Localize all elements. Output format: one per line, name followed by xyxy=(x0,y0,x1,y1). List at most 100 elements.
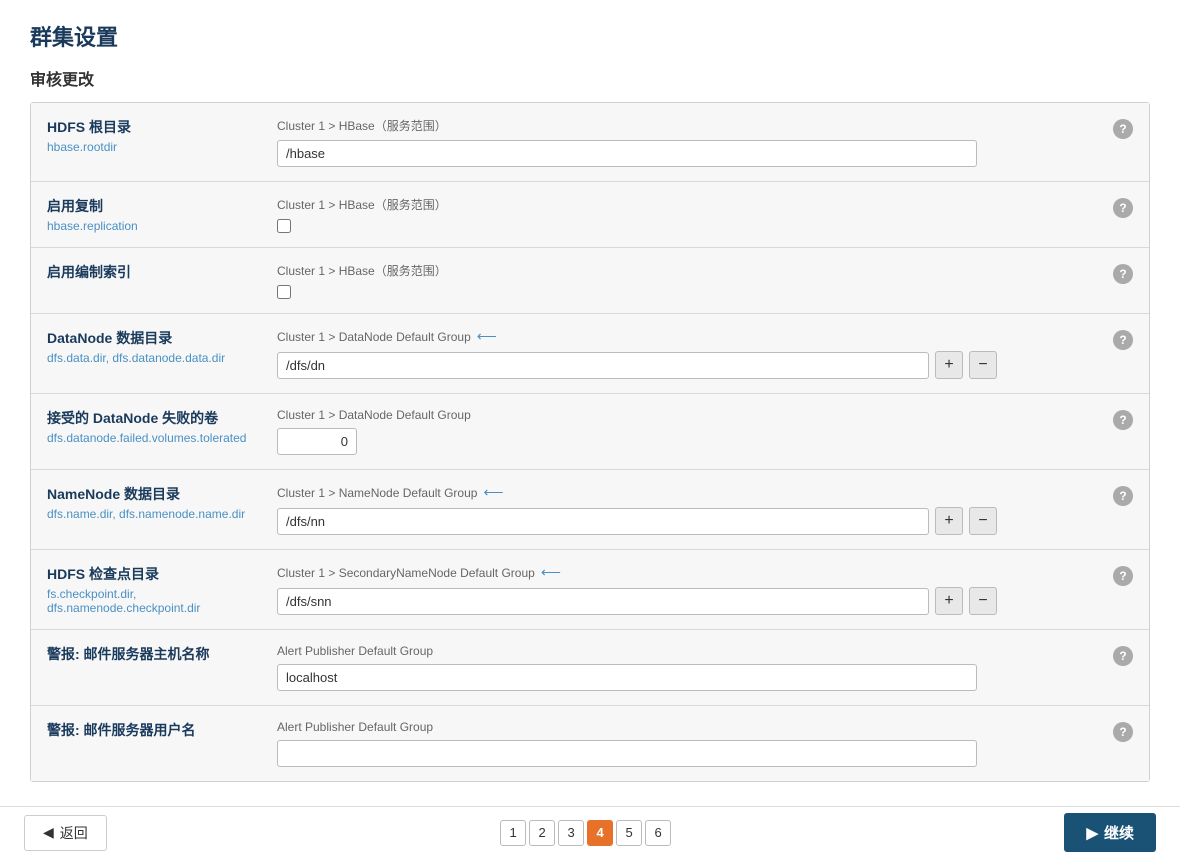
config-scope: Cluster 1 > HBase（服务范围） xyxy=(277,117,1097,134)
section-subtitle: 审核更改 xyxy=(30,66,1150,90)
config-content-col: Alert Publisher Default Group xyxy=(277,644,1097,691)
config-row: 接受的 DataNode 失败的卷 dfs.datanode.failed.vol… xyxy=(31,394,1149,470)
scope-arrow-icon: ⟵ xyxy=(477,328,497,345)
config-row: 警报: 邮件服务器用户名 Alert Publisher Default Grou… xyxy=(31,706,1149,781)
config-label-sub: fs.checkpoint.dir, dfs.namenode.checkpoi… xyxy=(47,587,261,615)
enable-index-checkbox[interactable] xyxy=(277,285,291,299)
config-label-main: 警报: 邮件服务器用户名 xyxy=(47,720,261,740)
page-num-5[interactable]: 5 xyxy=(616,820,642,846)
config-label-main: HDFS 根目录 xyxy=(47,117,261,137)
config-label-col: 警报: 邮件服务器主机名称 xyxy=(47,644,277,667)
config-scope: Cluster 1 > DataNode Default Group xyxy=(277,408,1097,422)
scope-arrow-icon: ⟵ xyxy=(483,484,503,501)
config-scope: Cluster 1 > HBase（服务范围） xyxy=(277,196,1097,213)
scope-arrow-icon: ⟵ xyxy=(541,564,561,581)
hdfs-checkpoint-dir-add-button[interactable]: + xyxy=(935,587,963,615)
config-label-col: NameNode 数据目录 dfs.name.dir, dfs.namenode.… xyxy=(47,484,277,521)
config-help-col: ? xyxy=(1097,564,1133,586)
datanode-failed-volumes-input[interactable] xyxy=(277,428,357,455)
continue-button[interactable]: ▶ 继续 xyxy=(1064,813,1156,852)
page-num-4[interactable]: 4 xyxy=(587,820,613,846)
datanode-data-dir-input[interactable] xyxy=(277,352,929,379)
datanode-data-dir-help-icon[interactable]: ? xyxy=(1113,330,1133,350)
alert-mail-host-help-icon[interactable]: ? xyxy=(1113,646,1133,666)
config-help-col: ? xyxy=(1097,196,1133,218)
hdfs-root-dir-help-icon[interactable]: ? xyxy=(1113,119,1133,139)
footer-bar: ◀ 返回 123456 ▶ 继续 xyxy=(0,806,1180,858)
config-label-main: 启用复制 xyxy=(47,196,261,216)
config-content-col: Cluster 1 > HBase（服务范围） xyxy=(277,262,1097,299)
config-help-col: ? xyxy=(1097,644,1133,666)
hdfs-root-dir-input[interactable] xyxy=(277,140,977,167)
pagination: 123456 xyxy=(500,820,671,846)
continue-label: 继续 xyxy=(1104,822,1134,843)
config-help-col: ? xyxy=(1097,328,1133,350)
page-num-1[interactable]: 1 xyxy=(500,820,526,846)
enable-index-help-icon[interactable]: ? xyxy=(1113,264,1133,284)
config-content-col: Cluster 1 > DataNode Default Group xyxy=(277,408,1097,455)
config-label-col: DataNode 数据目录 dfs.data.dir, dfs.datanode.… xyxy=(47,328,277,365)
config-scope: Cluster 1 > NameNode Default Group⟵ xyxy=(277,484,1097,501)
config-label-sub: hbase.replication xyxy=(47,219,261,233)
config-content-col: Cluster 1 > HBase（服务范围） xyxy=(277,117,1097,167)
namenode-data-dir-input[interactable] xyxy=(277,508,929,535)
config-help-col: ? xyxy=(1097,484,1133,506)
checkbox-row xyxy=(277,219,1097,233)
input-with-buttons: +− xyxy=(277,351,997,379)
checkbox-row xyxy=(277,285,1097,299)
config-content-col: Cluster 1 > HBase（服务范围） xyxy=(277,196,1097,233)
alert-mail-host-input[interactable] xyxy=(277,664,977,691)
config-label-main: NameNode 数据目录 xyxy=(47,484,261,504)
config-label-col: HDFS 根目录 hbase.rootdir xyxy=(47,117,277,154)
config-row: HDFS 检查点目录 fs.checkpoint.dir, dfs.namenod… xyxy=(31,550,1149,630)
config-label-main: 启用编制索引 xyxy=(47,262,261,282)
back-label: 返回 xyxy=(60,823,88,843)
datanode-failed-volumes-help-icon[interactable]: ? xyxy=(1113,410,1133,430)
config-scope: Cluster 1 > SecondaryNameNode Default Gr… xyxy=(277,564,1097,581)
namenode-data-dir-add-button[interactable]: + xyxy=(935,507,963,535)
hdfs-checkpoint-dir-remove-button[interactable]: − xyxy=(969,587,997,615)
config-label-main: 警报: 邮件服务器主机名称 xyxy=(47,644,261,664)
config-label-col: 启用编制索引 xyxy=(47,262,277,285)
enable-replication-help-icon[interactable]: ? xyxy=(1113,198,1133,218)
config-row: 启用复制 hbase.replication Cluster 1 > HBase（服… xyxy=(31,182,1149,248)
config-table: HDFS 根目录 hbase.rootdir Cluster 1 > HBase（服… xyxy=(30,102,1150,782)
config-content-col: Cluster 1 > NameNode Default Group⟵ +− xyxy=(277,484,1097,535)
config-label-sub: hbase.rootdir xyxy=(47,140,261,154)
config-label-sub: dfs.name.dir, dfs.namenode.name.dir xyxy=(47,507,261,521)
enable-replication-checkbox[interactable] xyxy=(277,219,291,233)
config-scope: Alert Publisher Default Group xyxy=(277,720,1097,734)
alert-mail-username-input[interactable] xyxy=(277,740,977,767)
namenode-data-dir-help-icon[interactable]: ? xyxy=(1113,486,1133,506)
config-label-main: DataNode 数据目录 xyxy=(47,328,261,348)
config-content-col: Cluster 1 > SecondaryNameNode Default Gr… xyxy=(277,564,1097,615)
config-content-col: Alert Publisher Default Group xyxy=(277,720,1097,767)
config-label-col: 警报: 邮件服务器用户名 xyxy=(47,720,277,743)
hdfs-checkpoint-dir-help-icon[interactable]: ? xyxy=(1113,566,1133,586)
datanode-data-dir-add-button[interactable]: + xyxy=(935,351,963,379)
config-label-main: HDFS 检查点目录 xyxy=(47,564,261,584)
hdfs-checkpoint-dir-input[interactable] xyxy=(277,588,929,615)
config-label-main: 接受的 DataNode 失败的卷 xyxy=(47,408,261,428)
input-with-buttons: +− xyxy=(277,507,997,535)
namenode-data-dir-remove-button[interactable]: − xyxy=(969,507,997,535)
back-button[interactable]: ◀ 返回 xyxy=(24,815,107,851)
page-num-6[interactable]: 6 xyxy=(645,820,671,846)
page-title: 群集设置 xyxy=(30,20,1150,52)
config-row: 警报: 邮件服务器主机名称 Alert Publisher Default Gro… xyxy=(31,630,1149,706)
page-num-2[interactable]: 2 xyxy=(529,820,555,846)
config-label-col: HDFS 检查点目录 fs.checkpoint.dir, dfs.namenod… xyxy=(47,564,277,615)
config-help-col: ? xyxy=(1097,408,1133,430)
input-with-buttons: +− xyxy=(277,587,997,615)
config-label-sub: dfs.data.dir, dfs.datanode.data.dir xyxy=(47,351,261,365)
config-help-col: ? xyxy=(1097,117,1133,139)
config-label-sub: dfs.datanode.failed.volumes.tolerated xyxy=(47,431,261,445)
config-row: DataNode 数据目录 dfs.data.dir, dfs.datanode.… xyxy=(31,314,1149,394)
datanode-data-dir-remove-button[interactable]: − xyxy=(969,351,997,379)
config-row: 启用编制索引 Cluster 1 > HBase（服务范围）? xyxy=(31,248,1149,314)
config-scope: Alert Publisher Default Group xyxy=(277,644,1097,658)
continue-icon: ▶ xyxy=(1086,824,1098,842)
page-num-3[interactable]: 3 xyxy=(558,820,584,846)
config-scope: Cluster 1 > DataNode Default Group⟵ xyxy=(277,328,1097,345)
alert-mail-username-help-icon[interactable]: ? xyxy=(1113,722,1133,742)
